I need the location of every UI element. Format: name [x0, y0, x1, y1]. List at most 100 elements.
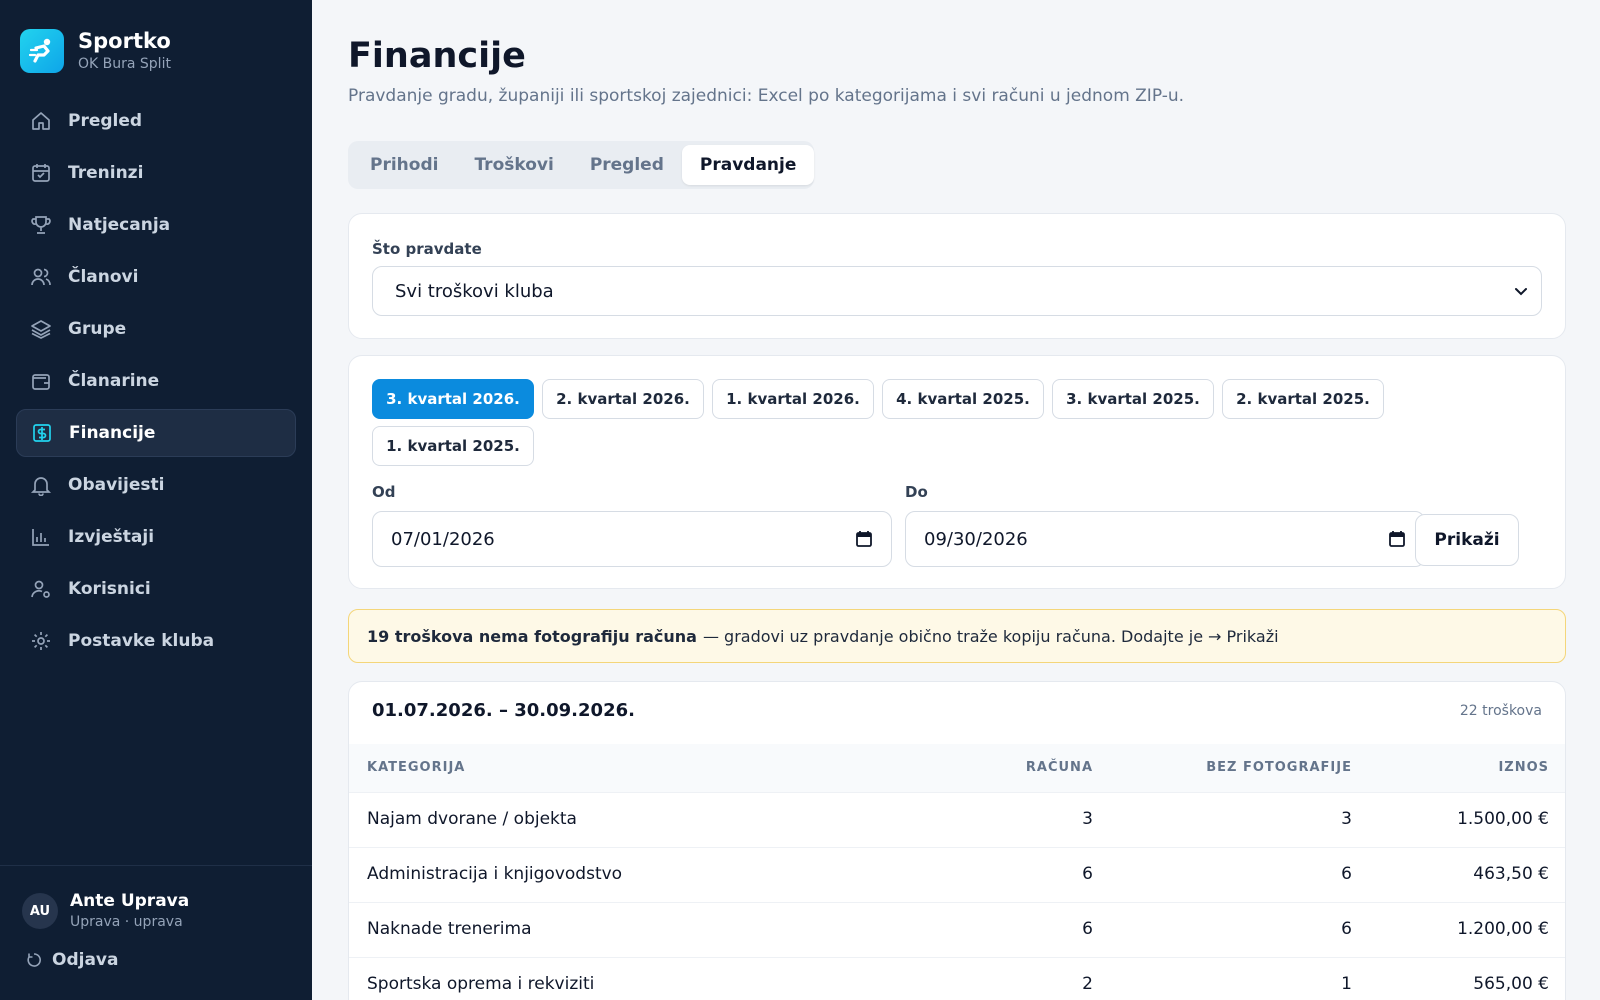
row-count: 3 [1082, 809, 1093, 829]
row-category: Naknade trenerima [367, 919, 532, 939]
alert-show-link[interactable]: → Prikaži [1208, 627, 1279, 646]
user-cog-icon [30, 578, 52, 600]
row-amount: 1.500,00 € [1457, 809, 1549, 829]
column-header-iznos[interactable]: IZNOS [1498, 760, 1549, 775]
user-role: Uprava · uprava [70, 914, 183, 930]
tab-prihodi[interactable]: Prihodi [352, 145, 456, 185]
sidebar-item-pregled[interactable]: Pregled [16, 97, 296, 145]
sidebar-item-clanarine[interactable]: Članarine [16, 357, 296, 405]
wallet-icon [30, 370, 52, 392]
tab-pregled[interactable]: Pregled [572, 145, 682, 185]
scope-card: Što pravdate Svi troškovi kluba [348, 213, 1566, 339]
calendar-icon[interactable] [855, 530, 873, 553]
user-name: Ante Uprava [70, 891, 190, 911]
column-header-racuna[interactable]: RAČUNA [1026, 760, 1093, 775]
row-category: Najam dvorane / objekta [367, 809, 577, 829]
sidebar-item-label: Natjecanja [68, 215, 171, 235]
from-date-value: 07/01/2026 [391, 528, 495, 550]
to-date-value: 09/30/2026 [924, 528, 1028, 550]
sidebar-item-postavke-kluba[interactable]: Postavke kluba [16, 617, 296, 665]
avatar: AU [22, 893, 58, 929]
quarter-button[interactable]: 4. kvartal 2025. [882, 379, 1044, 419]
to-date-input[interactable]: 09/30/2026 [905, 511, 1425, 567]
bar-chart-icon [30, 526, 52, 548]
row-amount: 565,00 € [1473, 974, 1549, 994]
sportko-logo-icon [20, 29, 64, 73]
calendar-icon [30, 162, 52, 184]
sidebar-item-label: Članovi [68, 267, 139, 287]
period-card: 3. kvartal 2026. 2. kvartal 2026. 1. kva… [348, 355, 1566, 589]
page-subtitle: Pravdanje gradu, županiji ili sportskoj … [348, 86, 1185, 106]
layers-icon [30, 318, 52, 340]
logout-icon [26, 952, 42, 968]
sidebar-item-korisnici[interactable]: Korisnici [16, 565, 296, 613]
from-date-input[interactable]: 07/01/2026 [372, 511, 892, 567]
dollar-icon [31, 422, 53, 444]
bell-icon [30, 474, 52, 496]
table-row[interactable]: Administracija i knjigovodstvo 6 6 463,5… [349, 847, 1565, 902]
sidebar-divider [0, 865, 312, 866]
column-header-kategorija[interactable]: KATEGORIJA [367, 760, 465, 775]
table-header: KATEGORIJA RAČUNA BEZ FOTOGRAFIJE IZNOS [349, 744, 1565, 792]
brand[interactable]: Sportko OK Bura Split [20, 28, 171, 74]
alert-bold-text: 19 troškova nema fotografiju računa [367, 626, 697, 646]
row-count: 6 [1082, 919, 1093, 939]
row-no-photo: 6 [1341, 864, 1352, 884]
gear-icon [30, 630, 52, 652]
sidebar-item-izvjestaji[interactable]: Izvještaji [16, 513, 296, 561]
sidebar-item-obavijesti[interactable]: Obavijesti [16, 461, 296, 509]
sidebar-item-label: Postavke kluba [68, 631, 215, 651]
scope-select[interactable]: Svi troškovi kluba [372, 266, 1542, 316]
from-label: Od [372, 483, 396, 501]
tab-troskovi[interactable]: Troškovi [456, 145, 571, 185]
summary-card: 01.07.2026. – 30.09.2026. 22 troškova KA… [348, 681, 1566, 1000]
sidebar-item-grupe[interactable]: Grupe [16, 305, 296, 353]
expense-count: 22 troškova [1459, 703, 1542, 719]
row-amount: 1.200,00 € [1457, 919, 1549, 939]
row-no-photo: 1 [1341, 974, 1352, 994]
chevron-down-icon [1513, 283, 1529, 304]
tab-pravdanje[interactable]: Pravdanje [681, 145, 815, 185]
column-header-bez-fotografije[interactable]: BEZ FOTOGRAFIJE [1206, 760, 1352, 775]
logout-label: Odjava [52, 950, 119, 970]
home-icon [30, 110, 52, 132]
sidebar-item-clanovi[interactable]: Članovi [16, 253, 296, 301]
sidebar-item-label: Treninzi [68, 163, 144, 183]
alert-text: — gradovi uz pravdanje obično traže kopi… [702, 626, 1204, 646]
scope-select-value: Svi troškovi kluba [395, 280, 554, 302]
row-no-photo: 3 [1341, 809, 1352, 829]
sidebar-item-label: Pregled [68, 111, 143, 131]
sidebar-item-label: Grupe [68, 319, 127, 339]
table-row[interactable]: Sportska oprema i rekviziti 2 1 565,00 € [349, 957, 1565, 1000]
users-icon [30, 266, 52, 288]
user-profile[interactable]: AU Ante Uprava Uprava · uprava [22, 890, 189, 932]
quarter-button[interactable]: 2. kvartal 2026. [542, 379, 704, 419]
calendar-icon[interactable] [1388, 530, 1406, 553]
show-button[interactable]: Prikaži [1415, 514, 1519, 566]
sidebar-item-natjecanja[interactable]: Natjecanja [16, 201, 296, 249]
trophy-icon [30, 214, 52, 236]
quarter-button[interactable]: 3. kvartal 2025. [1052, 379, 1214, 419]
sidebar-item-label: Korisnici [68, 579, 151, 599]
row-count: 6 [1082, 864, 1093, 884]
quarter-button[interactable]: 1. kvartal 2026. [712, 379, 874, 419]
finance-tabs: Prihodi Troškovi Pregled Pravdanje [348, 141, 815, 189]
missing-receipts-alert: 19 troškova nema fotografiju računa — gr… [348, 609, 1566, 663]
sidebar-item-label: Članarine [68, 371, 160, 391]
to-label: Do [905, 483, 928, 501]
row-amount: 463,50 € [1473, 864, 1549, 884]
scope-label: Što pravdate [372, 240, 482, 258]
sidebar: Sportko OK Bura Split Pregled Treninzi N… [0, 0, 312, 1000]
quarter-button[interactable]: 2. kvartal 2025. [1222, 379, 1384, 419]
table-row[interactable]: Naknade trenerima 6 6 1.200,00 € [349, 902, 1565, 957]
logout-button[interactable]: Odjava [26, 950, 118, 970]
quarter-button[interactable]: 3. kvartal 2026. [372, 379, 534, 419]
row-category: Administracija i knjigovodstvo [367, 864, 623, 884]
sidebar-item-label: Obavijesti [68, 475, 165, 495]
club-name: OK Bura Split [78, 56, 171, 72]
table-row[interactable]: Najam dvorane / objekta 3 3 1.500,00 € [349, 792, 1565, 847]
sidebar-item-financije[interactable]: Financije [16, 409, 296, 457]
range-title: 01.07.2026. – 30.09.2026. [372, 700, 635, 721]
sidebar-item-treninzi[interactable]: Treninzi [16, 149, 296, 197]
quarter-button[interactable]: 1. kvartal 2025. [372, 426, 534, 466]
